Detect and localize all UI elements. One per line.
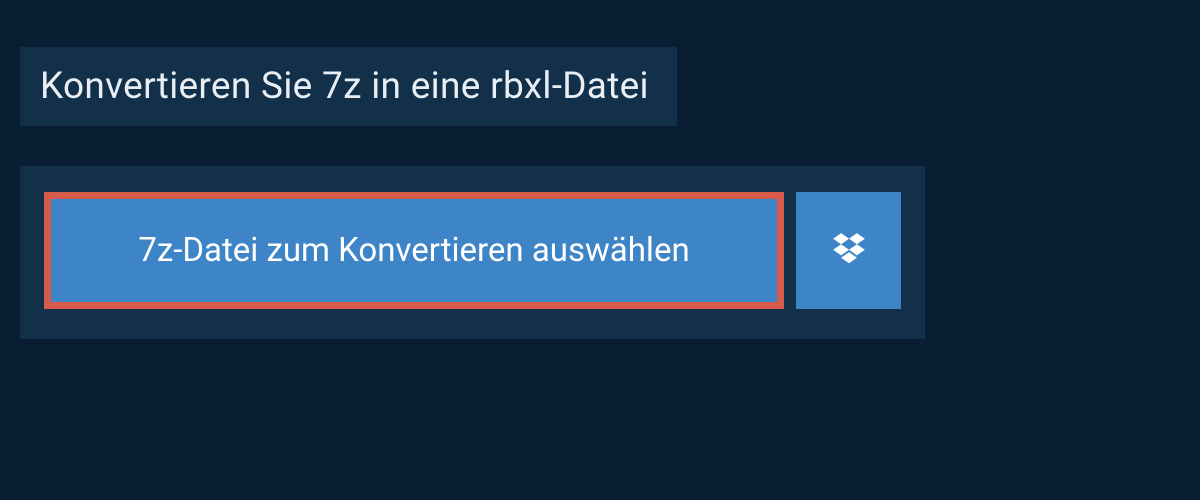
file-picker-panel: 7z-Datei zum Konvertieren auswählen [20,166,925,339]
page-title: Konvertieren Sie 7z in eine rbxl-Datei [40,65,649,108]
page-title-box: Konvertieren Sie 7z in eine rbxl-Datei [20,47,677,126]
dropbox-button[interactable] [796,192,901,309]
dropbox-icon [830,230,868,272]
highlight-frame: 7z-Datei zum Konvertieren auswählen [44,192,784,309]
select-file-button[interactable]: 7z-Datei zum Konvertieren auswählen [51,199,777,302]
